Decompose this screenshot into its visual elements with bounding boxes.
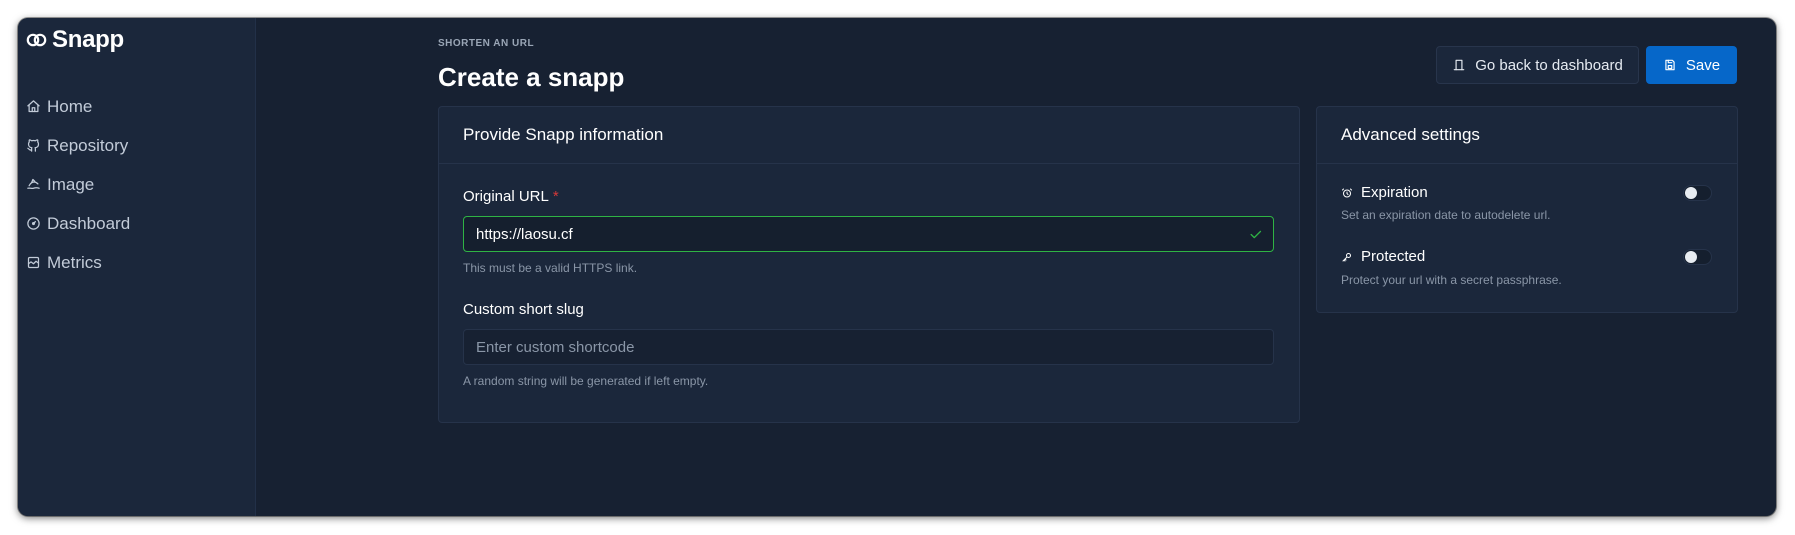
custom-slug-placeholder: Enter custom shortcode (476, 338, 635, 356)
alarm-clock-icon (1342, 188, 1352, 197)
app-window: Snapp Home Repository Image Dashboard Me… (18, 18, 1776, 516)
back-button-label: Go back to dashboard (1475, 56, 1623, 74)
toggle-knob (1685, 187, 1697, 199)
checkmark-icon (1250, 230, 1262, 239)
key-icon (1342, 252, 1351, 261)
save-button-label: Save (1685, 56, 1721, 74)
original-url-label-text: Original URL (463, 188, 549, 205)
expiration-label: Expiration (1361, 184, 1428, 201)
original-url-input[interactable]: https://laosu.cf (463, 216, 1274, 252)
brand[interactable]: Snapp (26, 26, 124, 54)
card-title: Provide Snapp information (439, 107, 1299, 164)
image-icon (27, 178, 40, 190)
bookmark-icon (1453, 59, 1465, 71)
original-url-label: Original URL * (463, 188, 559, 205)
page-pretitle: SHORTEN AN URL (438, 38, 535, 49)
protected-label: Protected (1361, 248, 1426, 265)
chart-icon (27, 256, 40, 269)
save-button[interactable]: Save (1646, 46, 1737, 84)
toggle-knob (1685, 251, 1697, 263)
protected-toggle[interactable] (1683, 249, 1712, 265)
expiration-description: Set an expiration date to autodelete url… (1341, 208, 1551, 222)
expiration-toggle[interactable] (1683, 185, 1712, 201)
required-mark: * (552, 188, 559, 205)
protected-setting-title: Protected (1341, 248, 1425, 265)
original-url-value: https://laosu.cf (476, 225, 573, 243)
original-url-hint: This must be a valid HTTPS link. (463, 261, 638, 275)
card-title: Advanced settings (1317, 107, 1737, 164)
protected-description: Protect your url with a secret passphras… (1341, 273, 1562, 287)
page-title: Create a snapp (438, 62, 625, 92)
sidebar-item-image[interactable]: Image (26, 165, 130, 204)
dashboard-icon (27, 217, 40, 230)
sidebar-item-label: Metrics (47, 252, 102, 272)
back-to-dashboard-button[interactable]: Go back to dashboard (1436, 46, 1639, 84)
github-icon (27, 139, 40, 152)
home-icon (27, 100, 40, 113)
sidebar-item-metrics[interactable]: Metrics (26, 243, 130, 282)
brand-name: Snapp (52, 26, 124, 53)
sidebar: Snapp Home Repository Image Dashboard Me… (18, 18, 256, 516)
snapp-info-card: Provide Snapp information Original URL * … (438, 106, 1300, 423)
sidebar-item-label: Home (47, 96, 93, 116)
save-icon (1665, 59, 1675, 71)
sidebar-item-home[interactable]: Home (26, 87, 130, 126)
sidebar-item-label: Image (47, 174, 95, 194)
custom-slug-input[interactable]: Enter custom shortcode (463, 329, 1274, 365)
page-header: SHORTEN AN URL Create a snapp (438, 38, 624, 93)
sidebar-item-label: Repository (47, 135, 129, 155)
custom-slug-label: Custom short slug (463, 301, 584, 318)
advanced-settings-card: Advanced settings Expiration Set an expi… (1316, 106, 1738, 313)
sidebar-item-dashboard[interactable]: Dashboard (26, 204, 130, 243)
sidebar-item-label: Dashboard (47, 213, 131, 233)
expiration-setting-title: Expiration (1341, 184, 1428, 201)
custom-slug-hint: A random string will be generated if lef… (463, 374, 709, 388)
logo-icon (26, 33, 47, 47)
sidebar-item-repository[interactable]: Repository (26, 126, 130, 165)
sidebar-nav: Home Repository Image Dashboard Metrics (26, 87, 130, 282)
